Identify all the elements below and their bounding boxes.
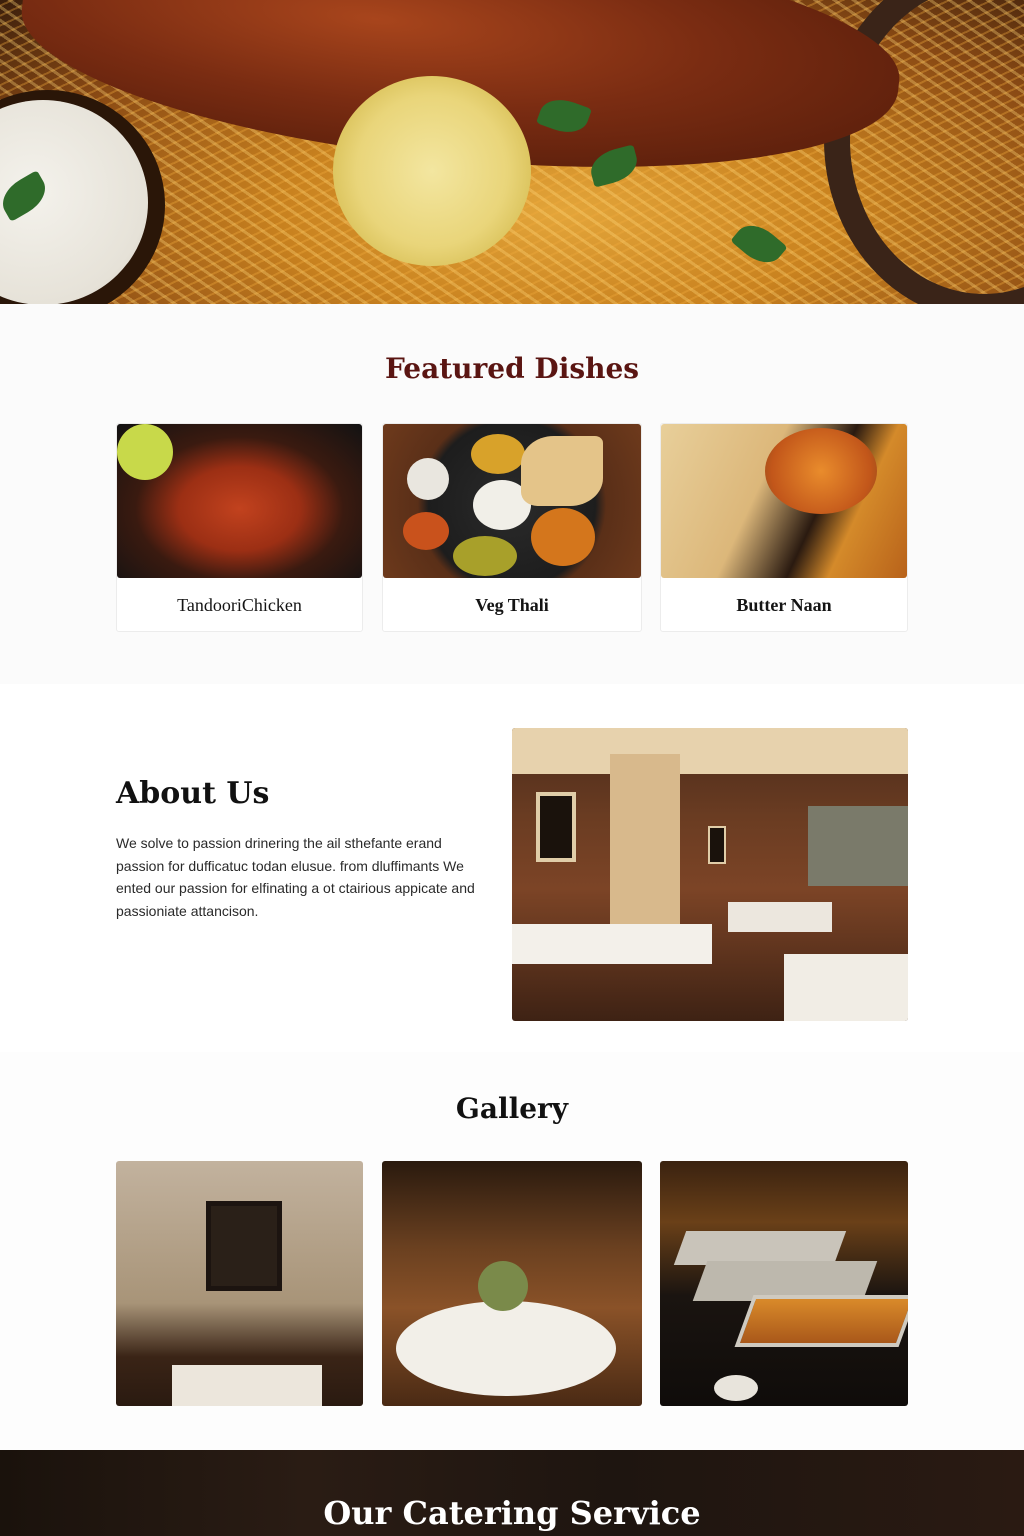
catering-title: Our Catering Service <box>323 1494 701 1532</box>
bowl-shape <box>471 434 525 474</box>
bowl-shape <box>407 458 449 500</box>
dish-card-veg-thali[interactable]: Veg Thali <box>382 423 642 632</box>
dish-card-butter-naan[interactable]: Butter Naan <box>660 423 908 632</box>
table-shape <box>784 954 908 1021</box>
featured-dishes-title: Featured Dishes <box>384 352 640 385</box>
featured-dishes-section: Featured Dishes TandooriChicken Veg Thal… <box>0 304 1024 684</box>
dish-label: Veg Thali <box>475 595 549 615</box>
about-title: About Us <box>116 776 270 811</box>
dish-label: TandooriChicken <box>177 595 302 615</box>
gallery-section: Gallery <box>0 1052 1024 1450</box>
tandoori-chicken-image <box>117 424 362 578</box>
round-table-shape <box>396 1301 616 1396</box>
about-description: We solve to passion drinering the ail st… <box>116 835 475 919</box>
lime-shape <box>117 424 173 480</box>
ceiling-shape <box>512 728 908 774</box>
table-shape <box>172 1365 322 1406</box>
wall-art-shape <box>206 1201 282 1291</box>
curry-bowl-shape <box>765 428 877 514</box>
veg-thali-image <box>383 424 641 578</box>
gallery-image-buffet[interactable] <box>660 1161 908 1406</box>
chapati-shape <box>521 436 603 506</box>
bowl-shape <box>453 536 517 576</box>
bowl-shape <box>531 508 595 566</box>
centerpiece-shape <box>478 1261 528 1311</box>
restaurant-interior-image <box>512 728 908 1021</box>
gallery-title: Gallery <box>455 1092 569 1125</box>
gallery-image-dining-corner[interactable] <box>116 1161 363 1406</box>
catering-section: Our Catering Service <box>0 1450 1024 1536</box>
dish-card-tandoori-chicken[interactable]: TandooriChicken <box>116 423 363 632</box>
bowl-shape <box>403 512 449 550</box>
hero-lemon-image <box>333 76 531 266</box>
plate-shape <box>714 1375 758 1401</box>
chafing-dish-shape <box>734 1295 908 1347</box>
window-shape <box>808 806 908 886</box>
butter-naan-image <box>661 424 907 578</box>
chafing-dish-shape <box>673 1231 847 1265</box>
dish-label: Butter Naan <box>736 595 832 615</box>
wall-frame-shape <box>536 792 576 862</box>
table-shape <box>728 902 832 932</box>
hero-banner <box>0 0 1024 304</box>
table-shape <box>512 924 712 964</box>
wall-frame-shape <box>708 826 726 864</box>
gallery-image-banquet-hall[interactable] <box>382 1161 642 1406</box>
